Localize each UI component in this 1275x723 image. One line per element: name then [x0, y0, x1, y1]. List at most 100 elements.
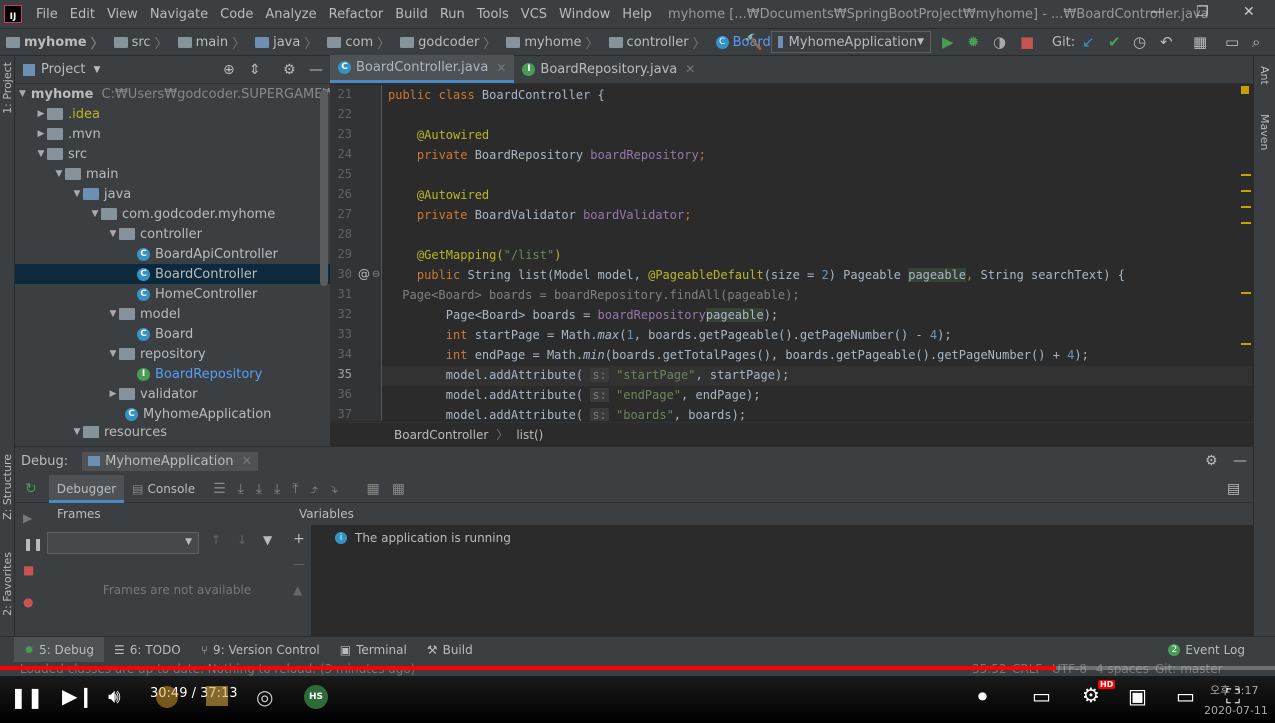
hs-app-icon[interactable]: HS	[304, 685, 328, 709]
move-up-icon[interactable]: ▲	[293, 583, 302, 597]
annotation-gutter-icon[interactable]: @	[358, 267, 370, 281]
event-log[interactable]: 2 Event Log	[1158, 637, 1255, 663]
error-stripe[interactable]	[1241, 86, 1251, 416]
tree-item-resources[interactable]: ▼ resources	[15, 424, 330, 440]
tab-boardrepository[interactable]: I BoardRepository.java ✕	[514, 55, 703, 83]
filter-icon[interactable]: ▼	[263, 533, 272, 547]
warning-marker[interactable]	[1241, 206, 1251, 208]
menu-build[interactable]: Build	[389, 7, 434, 22]
menu-help[interactable]: Help	[616, 7, 658, 22]
run-icon[interactable]: ▶	[942, 33, 954, 51]
tab-build[interactable]: ⚒ Build	[417, 637, 483, 663]
project-structure-icon[interactable]: ▦	[1193, 33, 1207, 51]
remove-icon[interactable]: —	[293, 557, 305, 571]
minimize-icon[interactable]: —	[1150, 4, 1164, 20]
subtitles-icon[interactable]: ▭	[1032, 684, 1051, 708]
crumb-method[interactable]: list()	[516, 428, 543, 442]
menu-analyze[interactable]: Analyze	[259, 7, 322, 22]
ant-tool-tab[interactable]: Ant	[1258, 66, 1271, 85]
next-video-icon[interactable]: ▶❙	[62, 684, 94, 708]
restore-icon[interactable]: ❐	[1196, 4, 1209, 20]
menu-file[interactable]: File	[30, 7, 64, 22]
hide-icon[interactable]: —	[1233, 453, 1247, 469]
search-icon[interactable]: ⌕	[1252, 33, 1260, 51]
tree-item-boardapicontroller[interactable]: C BoardApiController	[15, 244, 330, 264]
tab-terminal[interactable]: ▣ Terminal	[330, 637, 417, 663]
theater-mode-icon[interactable]: ▭	[1176, 684, 1195, 708]
tree-item-homecontroller[interactable]: C HomeController	[15, 284, 330, 304]
add-watch-icon[interactable]: +	[293, 531, 305, 547]
project-tool-tab[interactable]: 1: Project	[1, 62, 14, 114]
resume-icon[interactable]: ▶	[23, 511, 32, 525]
structure-tool-tab[interactable]: Z: Structure	[1, 454, 14, 520]
tree-item-main[interactable]: ▼ main	[15, 164, 330, 184]
warning-marker[interactable]	[1241, 86, 1249, 94]
menu-view[interactable]: View	[101, 7, 144, 22]
video-progress-bar[interactable]	[0, 666, 1275, 670]
close-icon[interactable]: ✕	[1243, 4, 1255, 20]
locate-icon[interactable]: ⊕	[223, 62, 235, 78]
tab-boardcontroller[interactable]: C BoardController.java ✕	[330, 55, 515, 83]
breakpoints-icon[interactable]: ●	[23, 595, 33, 609]
rerun-icon[interactable]: ↻	[25, 481, 37, 497]
run-configuration-select[interactable]: MyhomeApplication ▼	[771, 31, 931, 53]
fold-icon[interactable]: ⊖	[372, 269, 380, 280]
tree-item-boardrepository[interactable]: I BoardRepository	[15, 364, 330, 384]
build-hammer-icon[interactable]: 🔨	[744, 33, 763, 51]
breadcrumb-myhome[interactable]: myhome 〉	[0, 33, 104, 52]
miniplayer-icon[interactable]: ▣	[1128, 684, 1147, 708]
warning-marker[interactable]	[1241, 343, 1251, 345]
coverage-icon[interactable]: ◑	[993, 33, 1006, 51]
breadcrumb-godcoder[interactable]: godcoder 〉	[394, 33, 496, 52]
tree-item-idea[interactable]: ▶ .idea	[15, 104, 330, 124]
breadcrumb-main[interactable]: main 〉	[172, 33, 245, 52]
tree-item-myhome[interactable]: ▼myhomeC:₩Users₩godcoder.SUPERGAME₩Doc	[15, 84, 330, 104]
layout-icon[interactable]: ▤	[1227, 481, 1240, 497]
git-commit-icon[interactable]: ✔	[1108, 33, 1121, 51]
tab-todo[interactable]: ☰ 6: TODO	[104, 637, 191, 663]
close-tab-icon[interactable]: ✕	[685, 62, 695, 76]
tab-debugger[interactable]: Debugger	[48, 474, 125, 503]
tab-console[interactable]: ▤ Console	[124, 475, 203, 503]
chevron-down-icon[interactable]: ▼	[93, 65, 100, 75]
breadcrumb-src[interactable]: src 〉	[108, 33, 168, 52]
project-panel-title[interactable]: Project	[41, 62, 85, 77]
chrome-icon[interactable]	[156, 686, 178, 708]
warning-marker[interactable]	[1241, 174, 1251, 176]
git-update-icon[interactable]: ↙	[1082, 33, 1095, 51]
stop-icon[interactable]: ■	[1020, 33, 1034, 51]
menu-tools[interactable]: Tools	[471, 7, 515, 22]
hide-icon[interactable]: —	[309, 62, 323, 78]
code-area[interactable]: public class BoardController { @Autowire…	[388, 85, 1188, 421]
debug-bug-icon[interactable]: ✹	[967, 33, 980, 51]
warning-marker[interactable]	[1241, 292, 1251, 294]
favorites-tool-tab[interactable]: 2: Favorites	[1, 552, 14, 616]
warning-marker[interactable]	[1241, 190, 1251, 192]
menu-window[interactable]: Window	[553, 7, 616, 22]
maven-tool-tab[interactable]: Maven	[1258, 114, 1271, 150]
stop-icon[interactable]: ■	[23, 563, 34, 577]
tree-item-controller[interactable]: ▼ controller	[15, 224, 330, 244]
menu-vcs[interactable]: VCS	[515, 7, 553, 22]
pause-icon[interactable]: ❚❚	[23, 537, 43, 551]
breadcrumb-com[interactable]: com 〉	[321, 33, 390, 52]
tree-item-mvn[interactable]: ▶ .mvn	[15, 124, 330, 144]
tree-item-myhomeapplication[interactable]: C MyhomeApplication	[15, 404, 330, 424]
menu-edit[interactable]: Edit	[64, 7, 101, 22]
debug-session-tab[interactable]: MyhomeApplication ✕	[82, 451, 259, 471]
autoplay-toggle-icon[interactable]: ⏺	[978, 686, 987, 707]
tree-item-boardcontroller[interactable]: C BoardController	[15, 264, 330, 284]
crumb-class[interactable]: BoardController	[394, 428, 488, 442]
warning-marker[interactable]	[1241, 222, 1251, 224]
tree-item-package[interactable]: ▼ com.godcoder.myhome	[15, 204, 330, 224]
windows-start-icon[interactable]: ❚❚	[10, 685, 44, 709]
tree-item-java[interactable]: ▼ java	[15, 184, 330, 204]
gear-icon[interactable]: ⚙	[283, 62, 296, 78]
tree-item-src[interactable]: ▼ src	[15, 144, 330, 164]
explorer-icon[interactable]	[206, 686, 228, 706]
close-icon[interactable]: ✕	[242, 454, 253, 469]
menu-code[interactable]: Code	[214, 7, 259, 22]
tree-scrollbar[interactable]	[320, 90, 328, 286]
breadcrumb-controller[interactable]: controller 〉	[603, 33, 706, 52]
tree-item-model[interactable]: ▼ model	[15, 304, 330, 324]
